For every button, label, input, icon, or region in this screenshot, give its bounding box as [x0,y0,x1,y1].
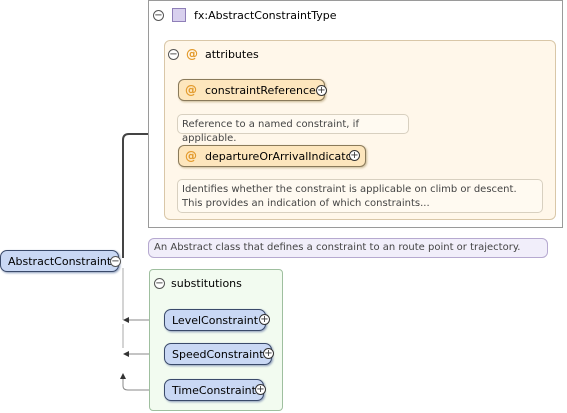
attribute-name: departureOrArrivalIndicator [205,149,357,163]
element-name: SpeedConstraint [172,347,264,361]
root-element-abstract-constraint[interactable]: AbstractConstraint [0,250,120,272]
plus-circle-icon[interactable]: + [259,314,270,325]
at-sign-icon: @ [185,149,197,163]
arrow-up-icon [120,373,126,379]
substitution-time-constraint[interactable]: TimeConstraint [164,379,264,401]
attribute-doc: Reference to a named constraint, if appl… [177,114,409,144]
minus-circle-icon[interactable]: − [110,256,121,267]
at-sign-icon: @ [186,47,198,61]
complex-type-icon [172,8,186,22]
element-name: TimeConstraint [172,383,256,397]
type-header: − fx:AbstractConstraintType [153,6,337,24]
plus-circle-icon[interactable]: + [255,384,266,395]
arrow-left-icon [123,317,129,323]
minus-circle-icon[interactable]: − [154,278,165,289]
minus-circle-icon[interactable]: − [168,48,179,60]
substitutions-header: − substitutions [154,277,242,290]
attribute-name: constraintReference [205,83,316,97]
arrow-left-icon [123,351,129,357]
plus-circle-icon[interactable]: + [349,150,360,161]
attribute-doc: Identifies whether the constraint is app… [177,179,543,213]
element-name: AbstractConstraint [8,254,112,268]
plus-circle-icon[interactable]: + [316,85,327,96]
attributes-label: attributes [205,47,259,61]
plus-circle-icon[interactable]: + [263,348,274,359]
substitution-speed-constraint[interactable]: SpeedConstraint [164,343,272,365]
attribute-constraint-reference[interactable]: @ constraintReference [178,79,325,101]
element-name: LevelConstraint [172,313,259,327]
minus-circle-icon[interactable]: − [153,9,164,21]
attributes-header: − @ attributes [168,46,259,62]
type-annotation: An Abstract class that defines a constra… [148,238,548,258]
substitution-level-constraint[interactable]: LevelConstraint [164,309,267,331]
type-name: fx:AbstractConstraintType [194,8,337,22]
attribute-departure-or-arrival-indicator[interactable]: @ departureOrArrivalIndicator [178,145,366,167]
substitutions-label: substitutions [171,277,242,290]
at-sign-icon: @ [185,83,197,97]
